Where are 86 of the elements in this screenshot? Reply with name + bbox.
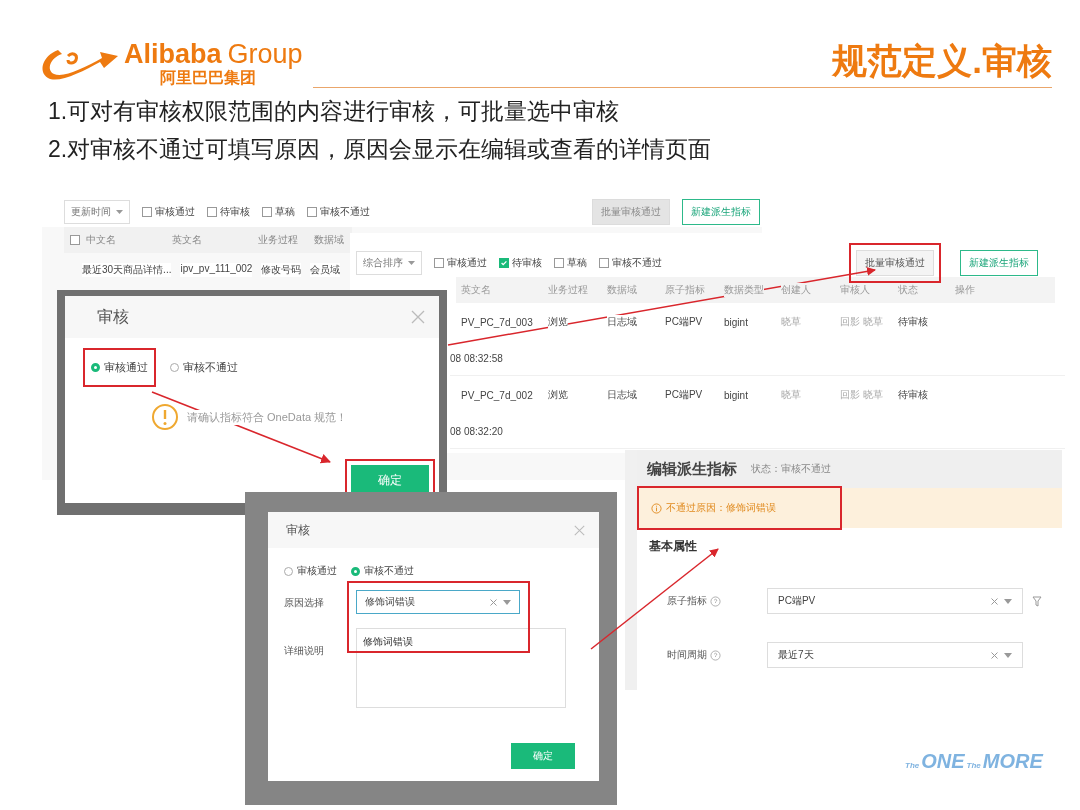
filter-checkbox[interactable]: 审核通过 xyxy=(142,205,195,219)
column-header: 英文名 xyxy=(172,233,203,247)
logo-wordmark: Alibaba xyxy=(124,40,222,68)
help-icon xyxy=(710,649,721,661)
table-cell: 待审核 xyxy=(898,315,928,329)
select-field[interactable]: PC端PV xyxy=(767,588,1023,614)
column-header: 业务过程 xyxy=(258,233,299,247)
info-icon xyxy=(651,502,662,514)
select-field[interactable]: 最近7天 xyxy=(767,642,1023,668)
help-icon xyxy=(710,595,721,607)
clear-icon[interactable] xyxy=(490,598,497,606)
table-cell: 回影 晓草 xyxy=(840,388,883,402)
clear-icon[interactable] xyxy=(991,651,998,659)
detail-textarea[interactable]: 修饰词错误 xyxy=(356,628,566,708)
table-cell: ipv_pv_111_002 xyxy=(180,263,253,277)
field-label: 原因选择 xyxy=(284,596,325,610)
table-cell: bigint xyxy=(724,316,748,328)
filter-checkbox[interactable]: 草稿 xyxy=(262,205,295,219)
table-cell: 修改号码 xyxy=(261,263,302,277)
field-label: 详细说明 xyxy=(284,644,325,658)
sort-dropdown[interactable]: 更新时间 xyxy=(64,200,130,224)
dialog-title: 审核 xyxy=(286,521,310,539)
radio-option[interactable]: 审核不通过 xyxy=(351,564,414,578)
table-cell: 晓草 xyxy=(781,388,801,402)
section-title: 基本属性 xyxy=(649,537,697,555)
time-cell: 08 08:32:20 xyxy=(450,425,503,437)
table-cell: 会员域 xyxy=(310,263,341,277)
table-cell: PV_PC_7d_003 xyxy=(461,316,533,328)
warning-icon xyxy=(151,403,179,431)
column-header: 创建人 xyxy=(781,283,811,297)
caret-icon xyxy=(503,599,511,605)
bullet-text: 1.可对有审核权限范围的内容进行审核，可批量选中审核 xyxy=(48,97,621,126)
caret-icon xyxy=(408,261,415,265)
filter-checkbox[interactable]: 审核通过 xyxy=(434,256,487,270)
logo-chinese-text: 阿里巴巴集团 xyxy=(160,69,256,88)
table-cell: bigint xyxy=(724,389,748,401)
table-cell: 待审核 xyxy=(898,388,928,402)
column-header: 原子指标 xyxy=(665,283,705,297)
close-icon[interactable] xyxy=(411,310,425,324)
column-header: 中文名 xyxy=(86,233,117,247)
table-cell: 最近30天商品详情... xyxy=(82,263,172,277)
sort-dropdown[interactable]: 综合排序 xyxy=(356,251,422,275)
table-cell: 日志域 xyxy=(607,388,637,402)
table-cell: PC端PV xyxy=(665,388,703,402)
filter-icon[interactable] xyxy=(1032,595,1042,607)
table-cell: PV_PC_7d_002 xyxy=(461,389,533,401)
filter-checkbox[interactable]: 审核不通过 xyxy=(599,256,662,270)
column-header: 数据类型 xyxy=(724,283,764,297)
column-header: 业务过程 xyxy=(548,283,588,297)
column-header: 审核人 xyxy=(840,283,870,297)
column-header: 数据域 xyxy=(314,233,344,247)
select-all-checkbox[interactable] xyxy=(70,235,80,245)
bullet-text: 2.对审核不通过可填写原因，原因会显示在编辑或查看的详情页面 xyxy=(48,135,713,164)
filter-checkbox[interactable]: 待审核 xyxy=(207,205,250,219)
page-title: 编辑派生指标 xyxy=(647,459,737,479)
column-header: 数据域 xyxy=(607,283,637,297)
caret-icon xyxy=(1004,598,1012,604)
alert-text: 不通过原因：修饰词错误 xyxy=(666,501,776,515)
radio-option[interactable]: 审核通过 xyxy=(284,564,337,578)
table-cell: 浏览 xyxy=(548,315,568,329)
toolbar-button[interactable]: 批量审核通过 xyxy=(856,250,934,276)
table-cell: 日志域 xyxy=(607,315,637,329)
caret-icon xyxy=(1004,652,1012,658)
table-cell: 回影 晓草 xyxy=(840,315,883,329)
filter-checkbox[interactable]: 草稿 xyxy=(554,256,587,270)
column-header: 状态 xyxy=(898,283,918,297)
table-cell: 浏览 xyxy=(548,388,568,402)
radio-option[interactable]: 审核不通过 xyxy=(170,360,238,375)
caret-icon xyxy=(116,210,123,214)
clear-icon[interactable] xyxy=(991,597,998,605)
close-icon[interactable] xyxy=(574,524,585,536)
column-header: 操作 xyxy=(955,283,975,297)
table-cell: PC端PV xyxy=(665,315,703,329)
filter-checkbox[interactable]: 审核不通过 xyxy=(307,205,370,219)
dialog-title: 审核 xyxy=(97,306,129,327)
time-cell: 08 08:32:58 xyxy=(450,352,503,364)
reason-select[interactable]: 修饰词错误 xyxy=(356,590,520,614)
checkmark-icon xyxy=(500,259,508,267)
column-header: 英文名 xyxy=(461,283,491,297)
field-label: 原子指标 xyxy=(667,594,707,608)
brand-logo: The ONE The MORE xyxy=(905,750,1043,773)
slide-title: 规范定义.审核 xyxy=(832,41,1052,81)
filter-checkbox[interactable]: 待审核 xyxy=(499,256,542,270)
field-label: 时间周期 xyxy=(667,648,707,662)
status-text: 状态：审核不通过 xyxy=(751,462,831,476)
table-cell: 晓草 xyxy=(781,315,801,329)
